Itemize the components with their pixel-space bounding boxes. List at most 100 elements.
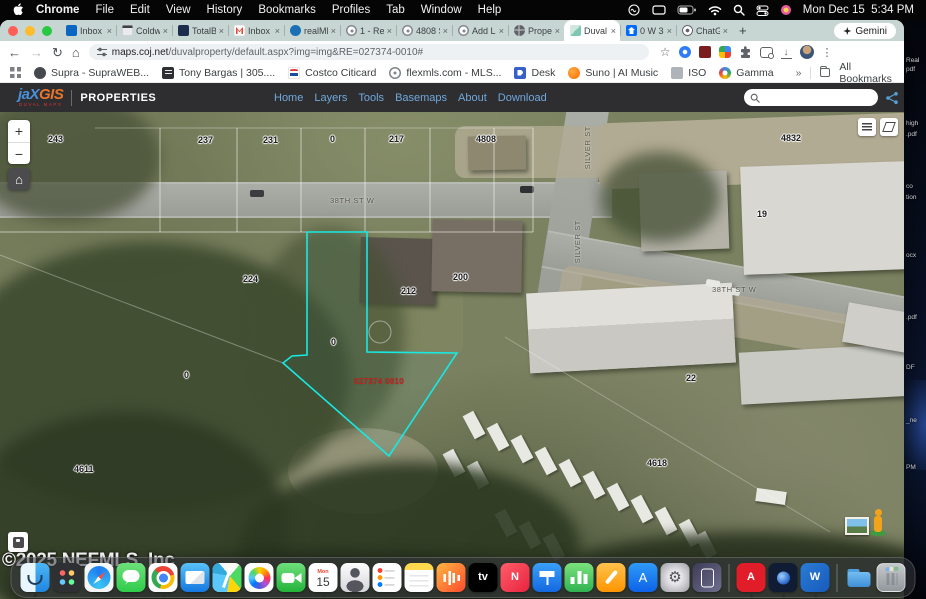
control-center-icon[interactable] — [756, 5, 769, 16]
tab-search-icon[interactable] — [760, 47, 773, 58]
tab-5[interactable]: 1 - Resi× — [340, 20, 396, 41]
profile-avatar[interactable] — [800, 45, 814, 59]
battery-icon[interactable] — [677, 5, 697, 15]
spotlight-search-icon[interactable] — [733, 4, 745, 16]
dock-launchpad[interactable] — [53, 563, 82, 592]
close-window-button[interactable] — [8, 26, 18, 36]
menu-profiles[interactable]: Profiles — [332, 4, 370, 16]
dock-iphone-mirroring[interactable] — [693, 563, 722, 592]
bookmark-3[interactable]: flexmls.com - MLS... — [389, 67, 501, 79]
extension-red-icon[interactable] — [699, 46, 711, 58]
minimize-window-button[interactable] — [25, 26, 35, 36]
tab-close-icon[interactable]: × — [163, 26, 168, 36]
dock-facetime[interactable] — [277, 563, 306, 592]
menu-window[interactable]: Window — [421, 4, 462, 16]
basemap-swipe-button[interactable] — [880, 118, 898, 136]
dock-audio-wave[interactable] — [437, 563, 466, 592]
dock-notes[interactable] — [405, 563, 434, 592]
tab-close-icon[interactable]: × — [443, 26, 448, 36]
legend-button[interactable] — [858, 118, 876, 136]
dock-safari[interactable] — [85, 563, 114, 592]
home-button[interactable]: ⌂ — [72, 46, 80, 59]
tab-close-icon[interactable]: × — [331, 26, 336, 36]
tab-close-icon[interactable]: × — [107, 26, 112, 36]
dock-downloads-folder[interactable] — [845, 563, 874, 592]
all-bookmarks-label[interactable]: All Bookmarks — [839, 61, 894, 85]
nav-layers[interactable]: Layers — [314, 92, 347, 104]
dock-appletv[interactable]: tv — [469, 563, 498, 592]
nav-home[interactable]: Home — [274, 92, 303, 104]
pegman-icon[interactable] — [869, 508, 887, 536]
menu-bar-clock[interactable]: Mon Dec 15 5:34 PM — [803, 4, 914, 16]
dock-messages[interactable] — [117, 563, 146, 592]
tab-close-icon[interactable]: × — [275, 26, 280, 36]
dock-word[interactable]: W — [801, 563, 830, 592]
map-search-input[interactable] — [764, 91, 872, 104]
overview-map-button[interactable] — [8, 532, 28, 552]
site-settings-icon[interactable] — [97, 47, 107, 57]
menu-file[interactable]: File — [95, 4, 114, 16]
menu-help[interactable]: Help — [478, 4, 502, 16]
dock-appstore[interactable]: A — [629, 563, 658, 592]
nav-tools[interactable]: Tools — [358, 92, 384, 104]
tab-0[interactable]: Inbox -× — [60, 20, 116, 41]
tab-3[interactable]: Inbox -× — [228, 20, 284, 41]
tab-close-icon[interactable]: × — [555, 26, 560, 36]
tab-close-icon[interactable]: × — [611, 26, 616, 36]
reload-button[interactable]: ↻ — [52, 46, 63, 59]
downloads-icon[interactable]: ↓ — [781, 46, 792, 59]
dock-acrobat[interactable]: A — [737, 563, 766, 592]
jaxgis-logo[interactable]: jaXGIS DUVAL MAPS — [18, 87, 63, 108]
map-search-box[interactable] — [744, 89, 878, 106]
dock-settings[interactable]: ⚙ — [661, 563, 690, 592]
tab-close-icon[interactable]: × — [219, 26, 224, 36]
menu-edit[interactable]: Edit — [130, 4, 150, 16]
dock-calendar[interactable]: Mon15 — [309, 563, 338, 592]
basemap-thumbnail[interactable] — [845, 517, 869, 535]
dock-reminders[interactable] — [373, 563, 402, 592]
bookmark-7[interactable]: Gamma — [719, 67, 773, 79]
dock-finder[interactable] — [21, 563, 50, 592]
forward-button[interactable]: → — [30, 46, 43, 59]
tab-6[interactable]: 4808 S× — [396, 20, 452, 41]
share-button[interactable] — [885, 91, 899, 105]
tab-8[interactable]: Propert× — [508, 20, 564, 41]
address-bar[interactable]: maps.coj.net/duvalproperty/default.aspx?… — [89, 44, 649, 60]
apps-grid-icon[interactable] — [10, 67, 21, 78]
tab-2[interactable]: TotalBr× — [172, 20, 228, 41]
dock-chrome[interactable] — [149, 563, 178, 592]
menu-bookmarks[interactable]: Bookmarks — [258, 4, 316, 16]
tab-close-icon[interactable]: × — [387, 26, 392, 36]
new-tab-button[interactable]: + — [732, 20, 754, 41]
dock-mail[interactable] — [181, 563, 210, 592]
dock-trash[interactable] — [877, 563, 906, 592]
bookmark-star-icon[interactable]: ☆ — [660, 45, 671, 59]
nav-basemaps[interactable]: Basemaps — [395, 92, 447, 104]
dock-contacts[interactable] — [341, 563, 370, 592]
tab-4[interactable]: realMLS× — [284, 20, 340, 41]
menu-history[interactable]: History — [207, 4, 243, 16]
dock-photos[interactable] — [245, 563, 274, 592]
dock-blue-orb[interactable] — [769, 563, 798, 592]
adobe-cc-icon[interactable] — [627, 4, 641, 16]
aerial-map-view[interactable]: 2432372310217480848321922420021200224618… — [0, 112, 904, 599]
menu-tab[interactable]: Tab — [386, 4, 405, 16]
display-icon[interactable] — [652, 5, 666, 16]
gemini-button[interactable]: Gemini — [834, 23, 896, 39]
wifi-icon[interactable] — [708, 5, 722, 16]
bookmark-1[interactable]: Tony Bargas | 305.... — [162, 67, 275, 79]
bookmark-6[interactable]: ISO — [671, 67, 706, 79]
tab-1[interactable]: Coldwe× — [116, 20, 172, 41]
zoom-out-button[interactable]: − — [8, 142, 30, 164]
dock-maps[interactable] — [213, 563, 242, 592]
tab-7[interactable]: Add Lis× — [452, 20, 508, 41]
bookmark-2[interactable]: Costco Citicard — [288, 67, 376, 79]
menu-chrome[interactable]: Chrome — [36, 4, 79, 16]
dock-pages[interactable] — [597, 563, 626, 592]
nav-download[interactable]: Download — [498, 92, 547, 104]
tab-close-icon[interactable]: × — [499, 26, 504, 36]
dock-numbers[interactable] — [565, 563, 594, 592]
bookmark-5[interactable]: Suno | AI Music — [568, 67, 658, 79]
map-home-button[interactable]: ⌂ — [8, 168, 30, 190]
tab-11[interactable]: ChatGP× — [676, 20, 732, 41]
